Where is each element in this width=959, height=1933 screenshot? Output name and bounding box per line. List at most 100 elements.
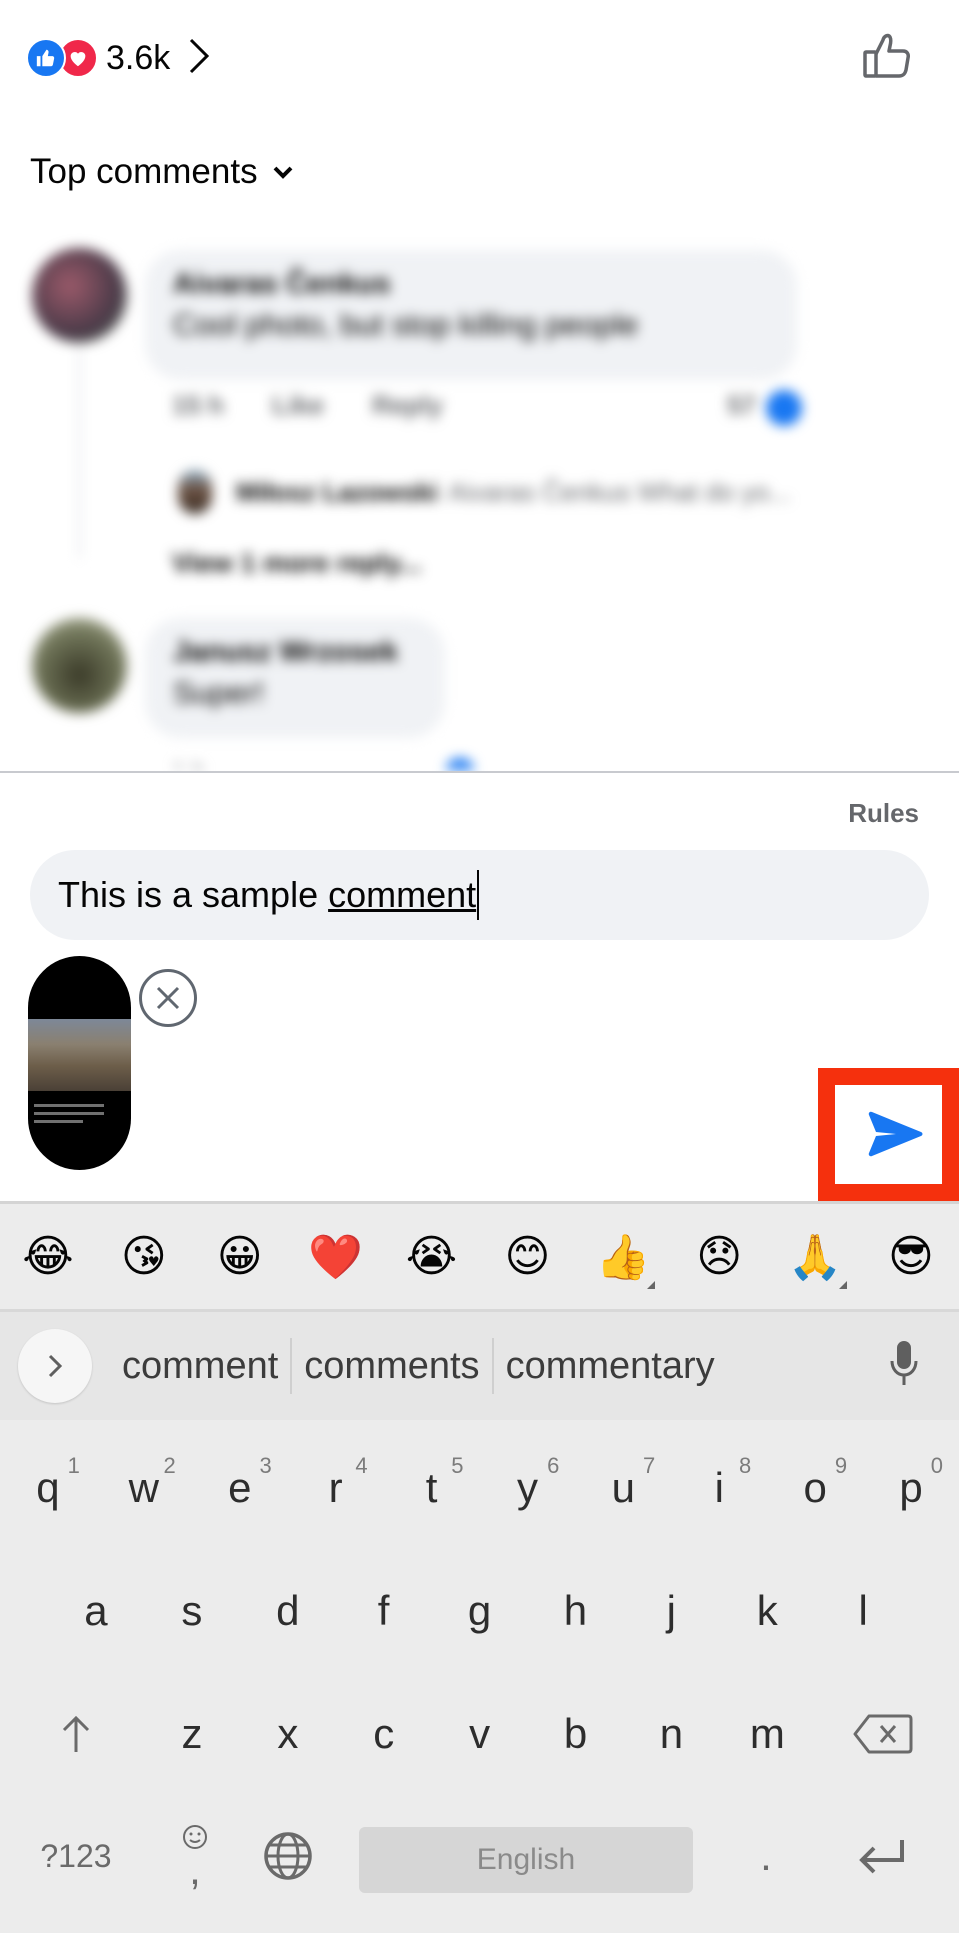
comment-text: Cool photo, but stop killing people	[173, 307, 639, 342]
reactions-summary[interactable]: 3.6k	[26, 30, 210, 86]
language-key[interactable]	[240, 1801, 336, 1911]
reply-text: Aivaras Čenkus What do yo...	[448, 476, 791, 507]
key-hint-number: 9	[834, 1453, 848, 1478]
view-more-replies-link[interactable]: View 1 more reply...	[172, 548, 422, 579]
backspace-key[interactable]	[835, 1679, 931, 1789]
shift-key[interactable]	[28, 1679, 124, 1789]
key-hint-number: 7	[643, 1453, 656, 1478]
key-t[interactable]: t5	[384, 1433, 480, 1543]
comment-author[interactable]: Aivaras Čenkus	[173, 268, 769, 301]
expand-toolbar-button[interactable]	[18, 1329, 92, 1403]
key-d[interactable]: d	[240, 1556, 336, 1666]
emoji-disappointed[interactable]: 😞	[671, 1231, 767, 1282]
key-v[interactable]: v	[432, 1679, 528, 1789]
key-h[interactable]: h	[528, 1556, 624, 1666]
suggestion-1[interactable]: comment	[110, 1345, 290, 1388]
key-label: y	[516, 1464, 538, 1511]
emoji-sunglasses[interactable]: 😎	[863, 1231, 959, 1282]
emoji-folded-hands[interactable]: 🙏	[767, 1231, 863, 1289]
key-r[interactable]: r4	[288, 1433, 384, 1543]
key-label: t	[425, 1464, 438, 1511]
key-o[interactable]: o9	[767, 1433, 863, 1543]
key-b[interactable]: b	[528, 1679, 624, 1789]
key-hint-number: 0	[930, 1453, 943, 1478]
key-label: e	[228, 1464, 252, 1511]
key-i[interactable]: i8	[671, 1433, 767, 1543]
like-reaction-icon	[26, 38, 66, 78]
key-q[interactable]: q1	[0, 1433, 96, 1543]
avatar[interactable]	[32, 248, 127, 343]
comments-list: Aivaras Čenkus Cool photo, but stop kill…	[0, 230, 959, 770]
rules-link[interactable]: Rules	[848, 798, 919, 829]
emoji-tears-of-joy[interactable]: 😂	[0, 1231, 96, 1282]
comment-input[interactable]: This is a sample comment	[30, 850, 929, 940]
key-label: p	[899, 1464, 923, 1511]
key-k[interactable]: k	[719, 1556, 815, 1666]
comment-reaction-count: 57	[727, 390, 756, 420]
suggestion-3[interactable]: commentary	[494, 1345, 727, 1388]
voice-input-button[interactable]	[889, 1339, 919, 1394]
image-attachment-thumbnail[interactable]	[28, 956, 131, 1170]
comment-sort-dropdown[interactable]: Top comments	[30, 152, 294, 192]
symbols-key[interactable]: ?123	[28, 1801, 124, 1911]
comment-actions: 15 h Like Reply 57	[172, 390, 802, 426]
key-j[interactable]: j	[623, 1556, 719, 1666]
period-key[interactable]: .	[718, 1801, 814, 1911]
emoji-crying[interactable]: 😭	[384, 1231, 480, 1282]
key-hint-number: 4	[355, 1453, 368, 1478]
key-m[interactable]: m	[719, 1679, 815, 1789]
key-u[interactable]: u7	[575, 1433, 671, 1543]
sort-label: Top comments	[30, 152, 258, 191]
comment-bubble[interactable]: Janusz Wrzosek Super!	[145, 618, 445, 738]
key-w[interactable]: w2	[96, 1433, 192, 1543]
key-c[interactable]: c	[336, 1679, 432, 1789]
send-icon	[868, 1111, 923, 1157]
comma-label: ,	[189, 1846, 201, 1893]
enter-key[interactable]	[835, 1801, 931, 1911]
key-f[interactable]: f	[336, 1556, 432, 1666]
emoji-red-heart[interactable]: ❤️	[288, 1231, 384, 1283]
comment-like-link[interactable]: Like	[272, 390, 324, 426]
remove-attachment-button[interactable]	[139, 969, 197, 1027]
attachment-caption	[34, 1104, 104, 1128]
key-hint-number: 6	[547, 1453, 560, 1478]
key-n[interactable]: n	[624, 1679, 720, 1789]
comment-bubble[interactable]: Aivaras Čenkus Cool photo, but stop kill…	[145, 250, 797, 380]
key-label: i	[714, 1464, 724, 1511]
emoji-grinning[interactable]: 😀	[192, 1231, 288, 1282]
suggestion-2[interactable]: comments	[292, 1345, 491, 1388]
key-hint-number: 3	[259, 1453, 272, 1478]
key-label: w	[128, 1464, 159, 1511]
comma-emoji-key[interactable]: ,	[147, 1801, 243, 1911]
space-bar[interactable]: English	[359, 1827, 693, 1893]
key-p[interactable]: p0	[863, 1433, 959, 1543]
like-button[interactable]	[861, 30, 913, 82]
avatar[interactable]	[32, 618, 127, 713]
attachment-photo	[28, 1019, 131, 1091]
chevron-right-icon	[48, 1354, 63, 1378]
send-button[interactable]	[866, 1108, 926, 1160]
key-z[interactable]: z	[144, 1679, 240, 1789]
input-text: This is a sample	[58, 874, 329, 915]
reaction-count: 3.6k	[106, 38, 171, 77]
key-l[interactable]: l	[815, 1556, 911, 1666]
key-x[interactable]: x	[240, 1679, 336, 1789]
chevron-right-icon	[188, 37, 210, 80]
key-g[interactable]: g	[432, 1556, 528, 1666]
comment-author[interactable]: Janusz Wrzosek	[173, 636, 417, 669]
comment-reply-link[interactable]: Reply	[372, 390, 443, 426]
emoji-kissing[interactable]: 😘	[96, 1231, 192, 1282]
backspace-icon	[853, 1714, 913, 1754]
variant-indicator	[839, 1280, 848, 1289]
emoji-thumbs-up[interactable]: 👍	[575, 1231, 671, 1289]
key-s[interactable]: s	[144, 1556, 240, 1666]
comment-time: 15 h	[172, 390, 225, 420]
reply-preview[interactable]: Miłosz Lazowski Aivaras Čenkus What do y…	[178, 470, 791, 514]
key-y[interactable]: y6	[480, 1433, 576, 1543]
comment-text: Super!	[173, 675, 265, 710]
key-label: o	[803, 1464, 827, 1511]
chevron-down-icon	[273, 166, 293, 179]
key-e[interactable]: e3	[192, 1433, 288, 1543]
key-a[interactable]: a	[48, 1556, 144, 1666]
emoji-smiling[interactable]: 😊	[479, 1231, 575, 1282]
